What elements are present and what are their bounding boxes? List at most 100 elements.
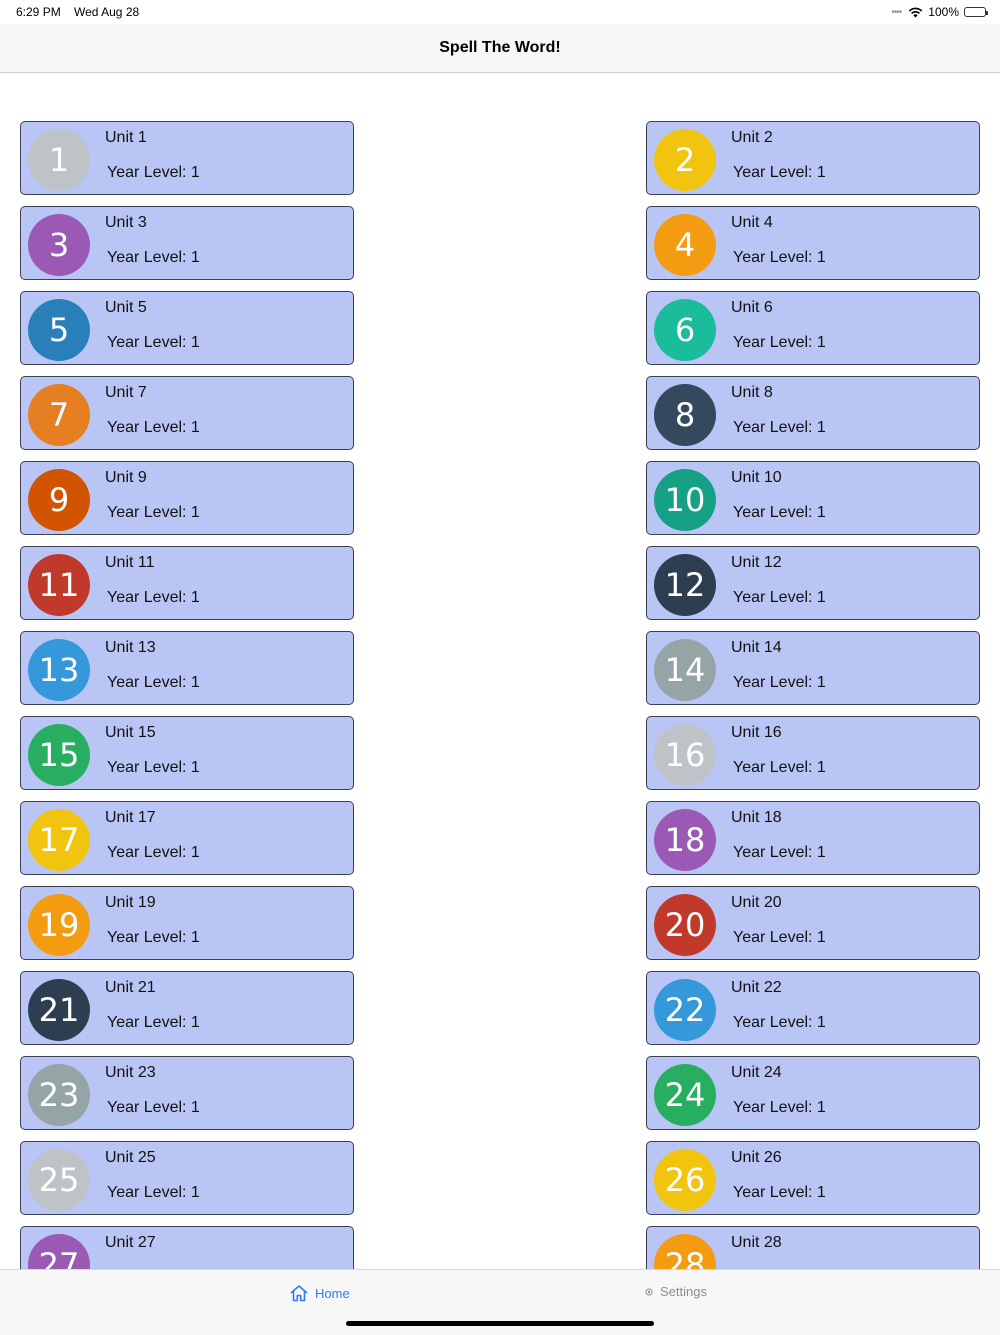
- unit-card[interactable]: 25 Unit 25 Year Level: 1: [20, 1141, 354, 1215]
- wifi-icon: [909, 7, 923, 17]
- unit-number-avatar: 13: [28, 639, 90, 701]
- battery-icon: [964, 7, 988, 17]
- unit-number-avatar: 20: [654, 894, 716, 956]
- unit-year-level: Year Level: 1: [733, 419, 826, 436]
- unit-card[interactable]: 1 Unit 1 Year Level: 1: [20, 121, 354, 195]
- unit-title: Unit 8: [731, 384, 773, 401]
- unit-card[interactable]: 21 Unit 21 Year Level: 1: [20, 971, 354, 1045]
- unit-year-level: Year Level: 1: [107, 1184, 200, 1201]
- unit-number-avatar: 27: [28, 1234, 90, 1269]
- unit-year-level: Year Level: 1: [733, 674, 826, 691]
- unit-number-avatar: 3: [28, 214, 90, 276]
- unit-title: Unit 1: [105, 129, 147, 146]
- unit-year-level: Year Level: 1: [733, 334, 826, 351]
- unit-card[interactable]: 3 Unit 3 Year Level: 1: [20, 206, 354, 280]
- status-bar: 6:29 PM Wed Aug 28 •••• 100%: [0, 0, 1000, 24]
- unit-card[interactable]: 14 Unit 14 Year Level: 1: [646, 631, 980, 705]
- unit-card[interactable]: 17 Unit 17 Year Level: 1: [20, 801, 354, 875]
- unit-title: Unit 7: [105, 384, 147, 401]
- unit-card[interactable]: 22 Unit 22 Year Level: 1: [646, 971, 980, 1045]
- unit-title: Unit 12: [731, 554, 782, 571]
- status-date: Wed Aug 28: [74, 5, 140, 19]
- home-indicator: [346, 1321, 654, 1326]
- unit-card[interactable]: 19 Unit 19 Year Level: 1: [20, 886, 354, 960]
- unit-card[interactable]: 9 Unit 9 Year Level: 1: [20, 461, 354, 535]
- unit-title: Unit 11: [105, 554, 155, 571]
- unit-title: Unit 15: [105, 724, 156, 741]
- unit-number-avatar: 17: [28, 809, 90, 871]
- unit-year-level: Year Level: 1: [107, 759, 200, 776]
- unit-year-level: Year Level: 1: [733, 589, 826, 606]
- home-icon: [290, 1285, 308, 1302]
- unit-number-avatar: 16: [654, 724, 716, 786]
- unit-list[interactable]: 1 Unit 1 Year Level: 1 2 Unit 2 Year Level: 1…: [0, 73, 1000, 1269]
- unit-title: Unit 23: [105, 1064, 156, 1081]
- unit-card[interactable]: 11 Unit 11 Year Level: 1: [20, 546, 354, 620]
- unit-year-level: Year Level: 1: [733, 164, 826, 181]
- unit-title: Unit 13: [105, 639, 156, 656]
- unit-card[interactable]: 28Unit 28Year Level: 1: [646, 1226, 980, 1269]
- unit-number-avatar: 26: [654, 1149, 716, 1211]
- unit-number-avatar: 19: [28, 894, 90, 956]
- unit-title: Unit 6: [731, 299, 773, 316]
- unit-card[interactable]: 27Unit 27Year Level: 1: [20, 1226, 354, 1269]
- unit-card[interactable]: 26 Unit 26 Year Level: 1: [646, 1141, 980, 1215]
- unit-title: Unit 3: [105, 214, 147, 231]
- unit-year-level: Year Level: 1: [107, 589, 200, 606]
- unit-card[interactable]: 15 Unit 15 Year Level: 1: [20, 716, 354, 790]
- unit-year-level: Year Level: 1: [733, 1014, 826, 1031]
- unit-title: Unit 20: [731, 894, 782, 911]
- unit-number-avatar: 1: [28, 129, 90, 191]
- unit-title: Unit 26: [731, 1149, 782, 1166]
- unit-title: Unit 14: [731, 639, 782, 656]
- unit-year-level: Year Level: 1: [107, 334, 200, 351]
- unit-year-level: Year Level: 1: [107, 419, 200, 436]
- unit-title: Unit 4: [731, 214, 773, 231]
- unit-number-avatar: 8: [654, 384, 716, 446]
- unit-card[interactable]: 18 Unit 18 Year Level: 1: [646, 801, 980, 875]
- unit-card[interactable]: 12 Unit 12 Year Level: 1: [646, 546, 980, 620]
- unit-number-avatar: 6: [654, 299, 716, 361]
- unit-number-avatar: 15: [28, 724, 90, 786]
- unit-year-level: Year Level: 1: [733, 249, 826, 266]
- unit-year-level: Year Level: 1: [107, 1099, 200, 1116]
- unit-card[interactable]: 2 Unit 2 Year Level: 1: [646, 121, 980, 195]
- unit-card[interactable]: 24 Unit 24 Year Level: 1: [646, 1056, 980, 1130]
- unit-number-avatar: 4: [654, 214, 716, 276]
- unit-year-level: Year Level: 1: [107, 164, 200, 181]
- unit-number-avatar: 22: [654, 979, 716, 1041]
- unit-year-level: Year Level: 1: [733, 1099, 826, 1116]
- unit-title: Unit 27: [105, 1234, 156, 1251]
- unit-title: Unit 25: [105, 1149, 156, 1166]
- unit-title: Unit 19: [105, 894, 156, 911]
- unit-title: Unit 9: [105, 469, 147, 486]
- unit-card[interactable]: 23 Unit 23 Year Level: 1: [20, 1056, 354, 1130]
- unit-year-level: Year Level: 1: [733, 929, 826, 946]
- tab-settings-label: Settings: [660, 1284, 707, 1299]
- unit-card[interactable]: 5 Unit 5 Year Level: 1: [20, 291, 354, 365]
- unit-title: Unit 16: [731, 724, 782, 741]
- unit-card[interactable]: 16 Unit 16 Year Level: 1: [646, 716, 980, 790]
- unit-number-avatar: 21: [28, 979, 90, 1041]
- unit-year-level: Year Level: 1: [107, 844, 200, 861]
- unit-title: Unit 22: [731, 979, 782, 996]
- unit-card[interactable]: 6 Unit 6 Year Level: 1: [646, 291, 980, 365]
- unit-year-level: Year Level: 1: [733, 759, 826, 776]
- unit-card[interactable]: 20 Unit 20 Year Level: 1: [646, 886, 980, 960]
- status-time: 6:29 PM: [16, 5, 61, 19]
- unit-card[interactable]: 7 Unit 7 Year Level: 1: [20, 376, 354, 450]
- unit-card[interactable]: 8 Unit 8 Year Level: 1: [646, 376, 980, 450]
- tab-home[interactable]: Home: [289, 1284, 350, 1302]
- unit-year-level: Year Level: 1: [107, 929, 200, 946]
- unit-number-avatar: 14: [654, 639, 716, 701]
- unit-year-level: Year Level: 1: [733, 504, 826, 521]
- unit-card[interactable]: 13 Unit 13 Year Level: 1: [20, 631, 354, 705]
- navigation-bar: Spell The Word!: [0, 24, 1000, 73]
- unit-number-avatar: 7: [28, 384, 90, 446]
- tab-settings[interactable]: Settings: [644, 1284, 707, 1299]
- page-title: Spell The Word!: [439, 39, 561, 56]
- unit-title: Unit 5: [105, 299, 147, 316]
- unit-card[interactable]: 4 Unit 4 Year Level: 1: [646, 206, 980, 280]
- unit-year-level: Year Level: 1: [733, 844, 826, 861]
- unit-card[interactable]: 10 Unit 10 Year Level: 1: [646, 461, 980, 535]
